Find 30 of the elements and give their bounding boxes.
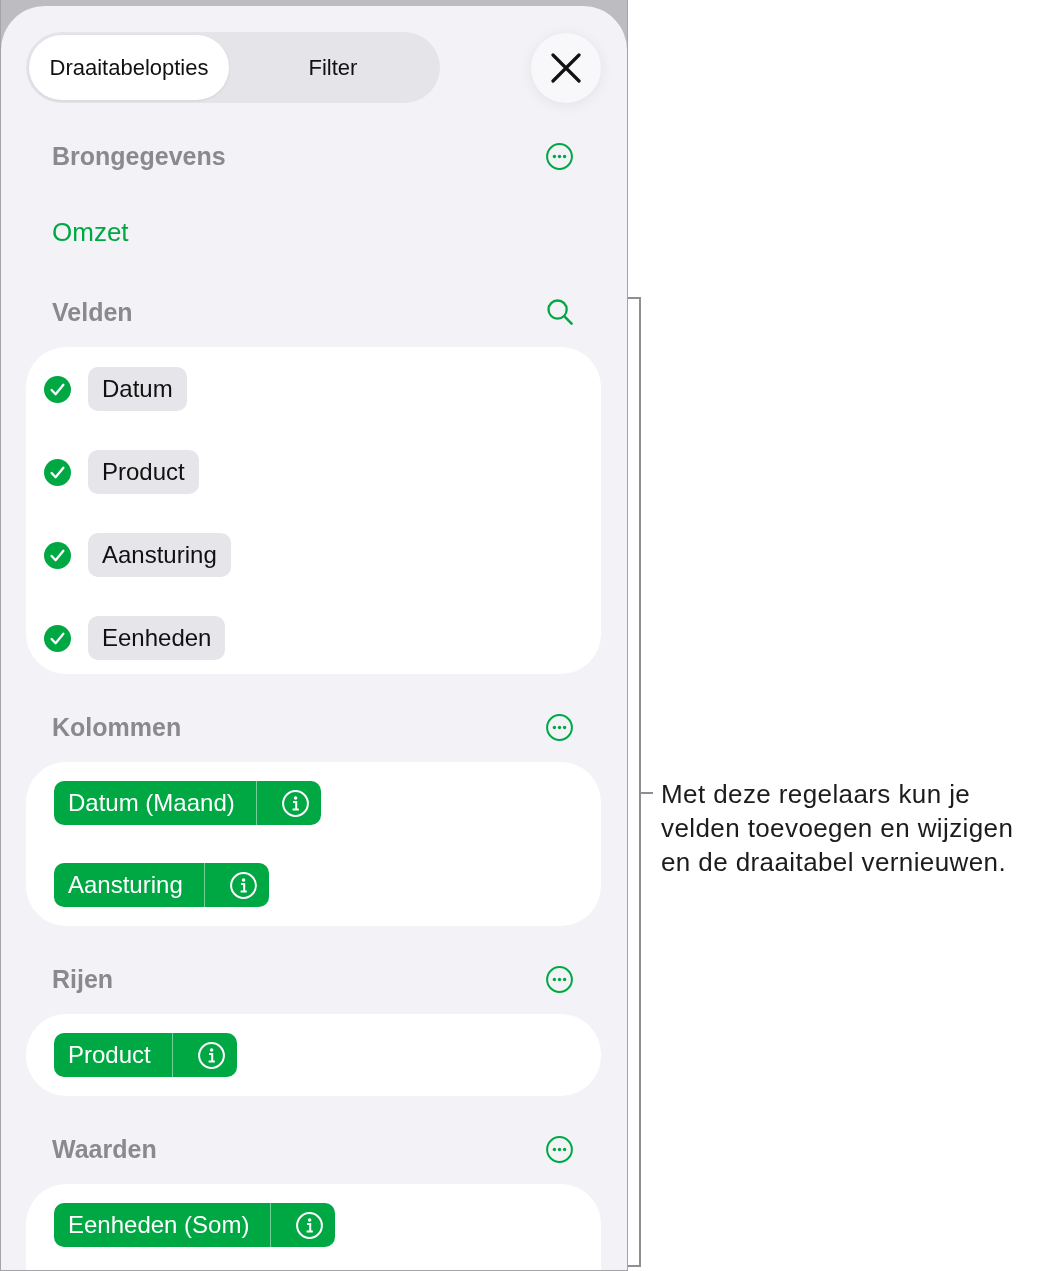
tab[interactable]: Filter [229, 35, 437, 100]
field-chip[interactable]: Datum [88, 367, 187, 411]
info-button[interactable] [171, 1033, 237, 1077]
info-button[interactable] [203, 863, 269, 907]
field-chip[interactable]: Aansturing [88, 533, 231, 577]
info-button[interactable] [270, 1203, 336, 1247]
info-icon [197, 1041, 225, 1069]
checkbox-icon[interactable] [44, 375, 71, 403]
section-title: Brongegevens [52, 141, 226, 171]
section-title: Kolommen [52, 712, 182, 742]
more-icon[interactable] [546, 1135, 573, 1163]
section-title: Velden [52, 297, 133, 327]
more-icon[interactable] [546, 142, 573, 170]
info-icon [229, 871, 257, 899]
field-chip[interactable]: Eenheden [88, 616, 226, 660]
more-icon[interactable] [546, 713, 573, 741]
info-icon [296, 1211, 324, 1239]
field-chip[interactable]: Product [88, 450, 199, 494]
checkbox-icon[interactable] [44, 624, 71, 652]
checkbox-icon[interactable] [44, 458, 71, 486]
close-icon [551, 52, 581, 83]
tab[interactable]: Draaitabelopties [29, 35, 229, 100]
section-title: Rijen [52, 964, 114, 994]
section-title: Waarden [52, 1134, 157, 1164]
info-icon [281, 789, 309, 817]
callout-text: Met deze regelaars kun je velden toevoegen en wijzigen en de draaitabel vernieuwen. [661, 778, 1015, 879]
checkbox-icon[interactable] [44, 541, 71, 569]
search-icon[interactable] [547, 299, 573, 325]
info-button[interactable] [255, 781, 321, 825]
more-icon[interactable] [546, 965, 573, 993]
